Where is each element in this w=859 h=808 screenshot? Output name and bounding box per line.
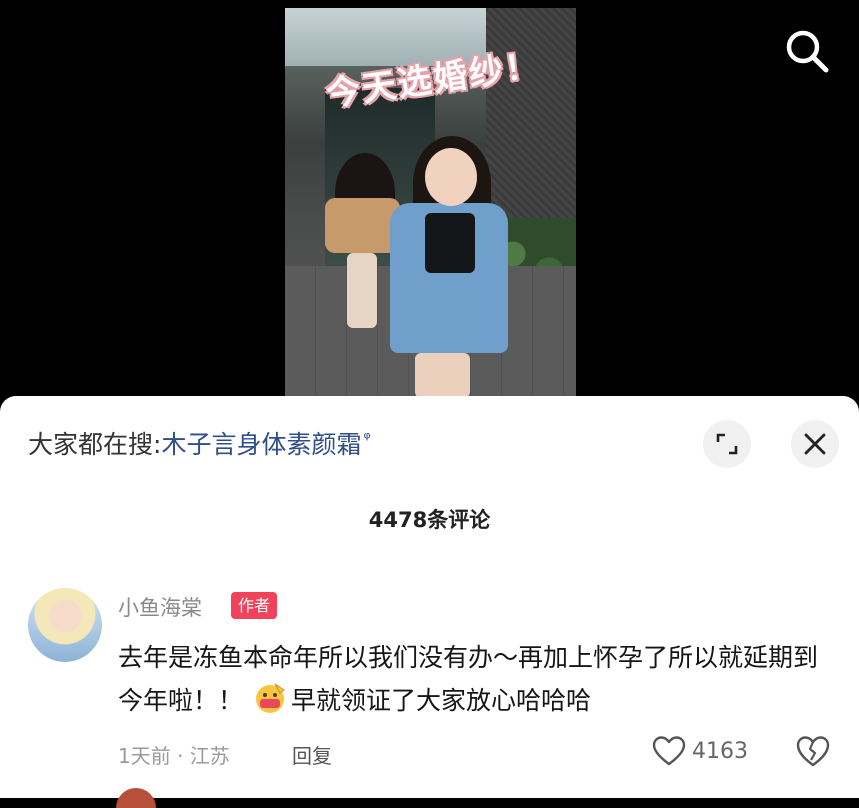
video-person-front-shirt xyxy=(425,213,475,273)
hot-search-mini-search-icon: ᵠ xyxy=(363,428,371,449)
comment-time-location: 1天前 · 江苏 xyxy=(118,744,230,768)
video-person-front-face xyxy=(425,148,477,206)
video-person-back-legs xyxy=(347,253,377,328)
close-button[interactable] xyxy=(791,420,839,468)
expand-button[interactable] xyxy=(703,420,751,468)
heart-outline-icon xyxy=(652,736,686,766)
comment-username[interactable]: 小鱼海棠 xyxy=(118,592,202,622)
hot-search-prefix: 大家都在搜: xyxy=(28,430,162,459)
comment-count: 4478条评论 xyxy=(368,508,491,532)
hot-search-bar[interactable]: 大家都在搜:木子言身体素颜霜 ᵠ xyxy=(28,425,371,461)
avatar[interactable] xyxy=(28,588,102,662)
search-icon[interactable] xyxy=(784,28,830,74)
comment-text-part2: 早就领证了大家放心哈哈哈 xyxy=(291,686,592,715)
hot-search-term[interactable]: 木子言身体素颜霜 xyxy=(161,430,361,459)
next-comment-avatar[interactable] xyxy=(116,788,156,808)
salute-emoji-icon xyxy=(253,681,287,715)
video-person-front-legs xyxy=(415,353,470,396)
close-icon xyxy=(804,433,826,455)
like-count: 4163 xyxy=(692,738,748,764)
video-player[interactable]: 今天选婚纱！ xyxy=(285,8,576,396)
broken-heart-icon xyxy=(796,736,830,767)
like-button[interactable]: 4163 xyxy=(652,734,748,768)
dislike-button[interactable] xyxy=(795,734,831,768)
comment-text[interactable]: 去年是冻鱼本命年所以我们没有办～再加上怀孕了所以就延期到今年啦！！ 早就领证了大… xyxy=(118,636,838,722)
expand-icon xyxy=(716,433,738,455)
reply-button[interactable]: 回复 xyxy=(292,740,332,769)
video-person-back-jacket xyxy=(325,198,400,253)
author-badge: 作者 xyxy=(231,592,278,619)
comments-panel: 大家都在搜:木子言身体素颜霜 ᵠ 4478条评论 小鱼海棠 作者 去年是冻鱼本命年… xyxy=(0,396,859,808)
